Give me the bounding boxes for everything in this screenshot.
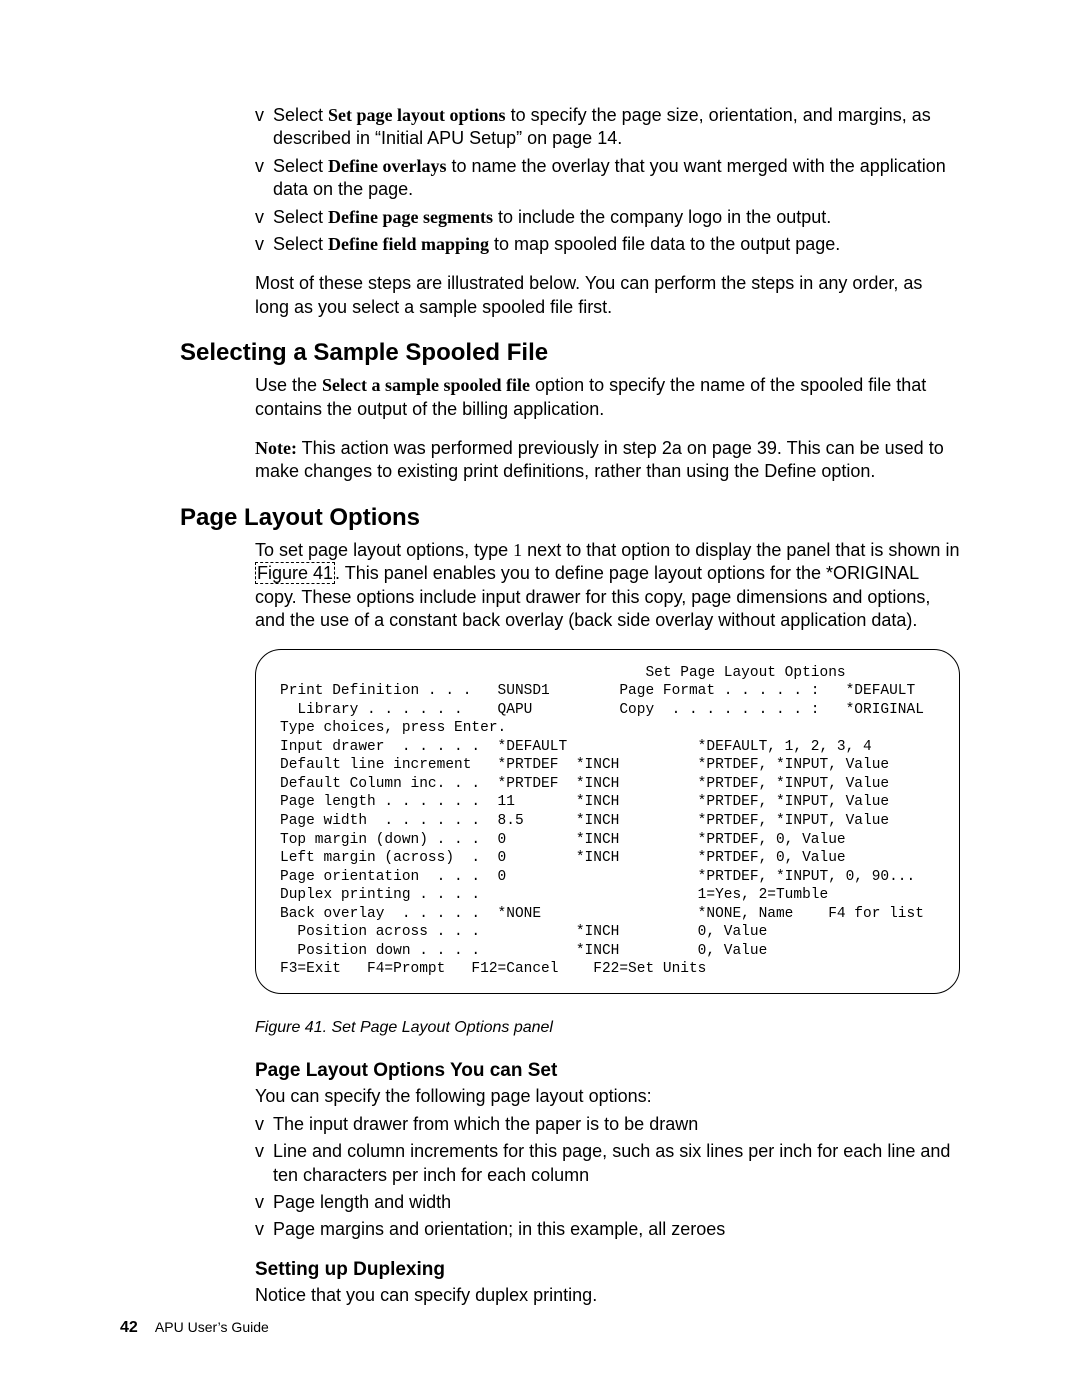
- bullet-bold: Define overlays: [328, 156, 446, 176]
- bullet-prefix: Select: [273, 105, 328, 125]
- bullet-prefix: Select: [273, 156, 328, 176]
- heading-select-spooled: Selecting a Sample Spooled File: [180, 337, 960, 368]
- page-container: Select Set page layout options to specif…: [0, 0, 1080, 1397]
- bullet-prefix: Select: [273, 207, 328, 227]
- bullet-rest: to include the company logo in the outpu…: [493, 207, 831, 227]
- list-item: Select Define field mapping to map spool…: [255, 233, 960, 256]
- duplexing-text: Notice that you can specify duplex print…: [255, 1284, 960, 1307]
- text-fragment: . This panel enables you to define page …: [255, 563, 930, 630]
- text-fragment: next to that option to display the panel…: [522, 540, 959, 560]
- list-item: Select Set page layout options to specif…: [255, 104, 960, 151]
- bullet-prefix: Select: [273, 234, 328, 254]
- bullet-bold: Define page segments: [328, 207, 493, 227]
- page-number: 42: [120, 1319, 138, 1336]
- options-intro: You can specify the following page layou…: [255, 1085, 960, 1108]
- select-spooled-block: Use the Select a sample spooled file opt…: [180, 374, 960, 484]
- note-label: Note:: [255, 438, 297, 458]
- doc-title: APU User’s Guide: [155, 1319, 269, 1335]
- intro-block: Select Set page layout options to specif…: [180, 104, 960, 319]
- figure-caption: Figure 41. Set Page Layout Options panel: [255, 1018, 960, 1039]
- page-layout-block: To set page layout options, type 1 next …: [180, 539, 960, 1308]
- list-item: Page margins and orientation; in this ex…: [255, 1218, 960, 1241]
- text-literal: 1: [513, 540, 522, 560]
- page-layout-paragraph: To set page layout options, type 1 next …: [255, 539, 960, 633]
- options-bullet-list: The input drawer from which the paper is…: [255, 1113, 960, 1242]
- bullet-rest: to map spooled file data to the output p…: [489, 234, 840, 254]
- select-spooled-paragraph: Use the Select a sample spooled file opt…: [255, 374, 960, 421]
- note-paragraph: Note: This action was performed previous…: [255, 437, 960, 484]
- list-item: Page length and width: [255, 1191, 960, 1214]
- list-item: Select Define overlays to name the overl…: [255, 155, 960, 202]
- bullet-bold: Define field mapping: [328, 234, 489, 254]
- text-fragment: Use the: [255, 375, 322, 395]
- terminal-panel: Set Page Layout Options Print Definition…: [255, 649, 960, 994]
- text-fragment: To set page layout options, type: [255, 540, 513, 560]
- list-item: The input drawer from which the paper is…: [255, 1113, 960, 1136]
- list-item: Line and column increments for this page…: [255, 1140, 960, 1187]
- note-text: This action was performed previously in …: [255, 438, 944, 481]
- page-footer: 42 APU User’s Guide: [120, 1318, 269, 1339]
- intro-bullet-list: Select Set page layout options to specif…: [255, 104, 960, 256]
- intro-paragraph: Most of these steps are illustrated belo…: [255, 272, 960, 319]
- figure-xref-link[interactable]: Figure 41: [255, 562, 335, 584]
- heading-options-you-can-set: Page Layout Options You can Set: [255, 1059, 960, 1084]
- list-item: Select Define page segments to include t…: [255, 206, 960, 229]
- heading-page-layout: Page Layout Options: [180, 502, 960, 533]
- text-bold: Select a sample spooled file: [322, 375, 530, 395]
- terminal-content: Set Page Layout Options Print Definition…: [280, 664, 939, 979]
- heading-duplexing: Setting up Duplexing: [255, 1258, 960, 1283]
- bullet-bold: Set page layout options: [328, 105, 506, 125]
